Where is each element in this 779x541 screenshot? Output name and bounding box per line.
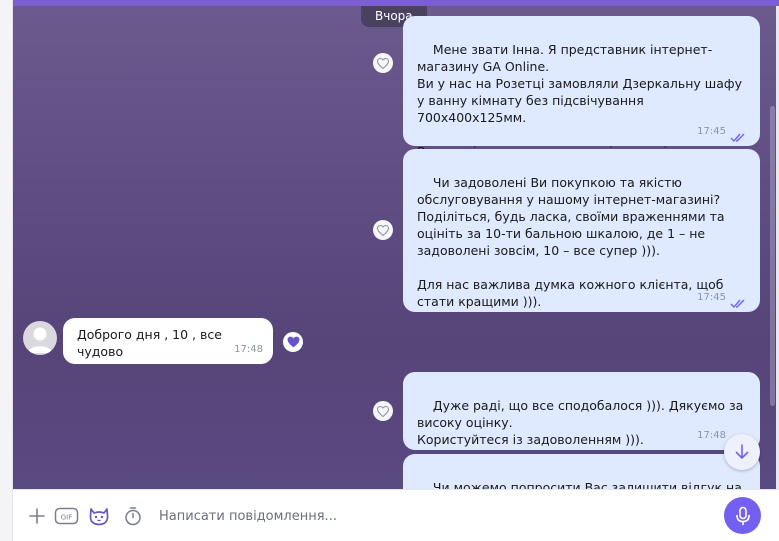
heart-filled-icon[interactable] — [283, 332, 303, 352]
message-bubble-outgoing[interactable]: Мене звати Інна. Я представник інтернет-… — [403, 16, 760, 176]
message-bubble-outgoing[interactable]: Дуже раді, що все сподобалося ))). Дякує… — [403, 372, 760, 450]
message-input[interactable] — [159, 504, 709, 528]
svg-text:GIF: GIF — [61, 514, 73, 522]
message-text: Доброго дня , 10 , все чудово — [77, 327, 222, 359]
left-panel-edge — [0, 0, 13, 541]
timer-icon[interactable] — [121, 504, 145, 528]
gif-icon[interactable]: GIF — [54, 504, 80, 528]
plus-icon[interactable] — [25, 504, 49, 528]
scrollbar[interactable] — [770, 106, 775, 406]
like-icon[interactable] — [373, 53, 393, 73]
message-text: Мене звати Інна. Я представник інтернет-… — [417, 42, 742, 159]
sticker-icon[interactable] — [87, 504, 111, 528]
message-text: Чи можемо попросити Вас залишити відгук … — [432, 480, 742, 489]
message-text: Чи задоволені Ви покупкою та якістю обсл… — [417, 175, 725, 309]
message-time: 17:48 — [234, 344, 263, 355]
double-check-icon — [730, 296, 748, 309]
message-time: 17:45 — [697, 292, 726, 303]
message-time: 17:48 — [697, 430, 726, 441]
voice-message-button[interactable] — [724, 497, 761, 534]
message-time: 17:45 — [697, 126, 726, 137]
message-bubble-outgoing[interactable]: Чи можемо попросити Вас залишити відгук … — [403, 454, 760, 489]
chat-area[interactable]: Вчора Мене звати Інна. Я представник інт… — [13, 6, 779, 489]
message-bubble-incoming[interactable]: Доброго дня , 10 , все чудово 17:48 — [63, 318, 273, 364]
message-composer: GIF — [13, 489, 779, 541]
double-check-icon — [730, 130, 748, 143]
microphone-icon — [735, 506, 750, 525]
scroll-down-button[interactable] — [724, 434, 760, 470]
like-icon[interactable] — [373, 401, 393, 421]
message-bubble-outgoing[interactable]: Чи задоволені Ви покупкою та якістю обсл… — [403, 149, 760, 312]
like-icon[interactable] — [373, 220, 393, 240]
avatar[interactable] — [23, 321, 57, 355]
arrow-down-icon — [735, 444, 749, 460]
